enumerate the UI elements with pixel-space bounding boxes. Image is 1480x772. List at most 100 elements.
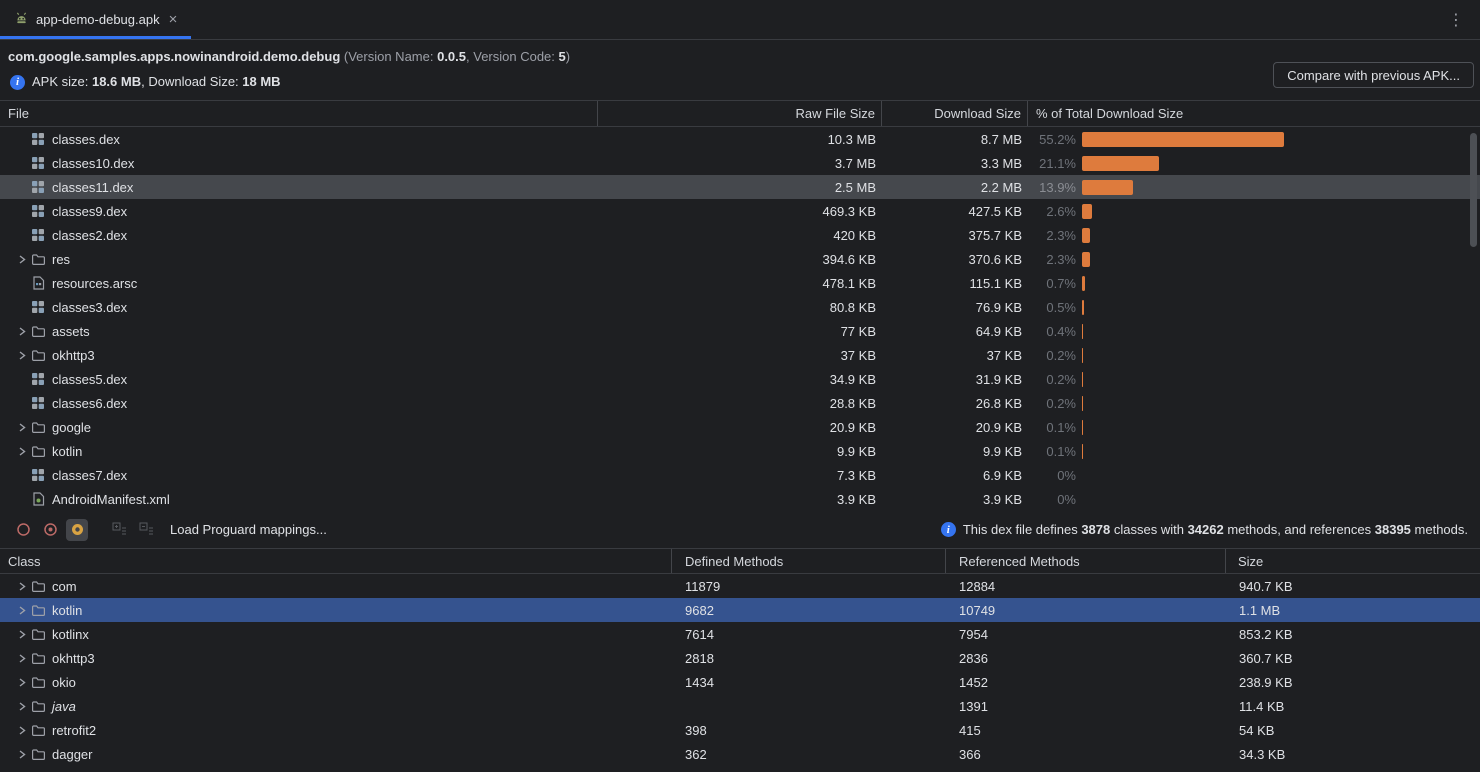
vertical-scrollbar[interactable] bbox=[1470, 133, 1477, 247]
expand-all-icon[interactable] bbox=[108, 519, 130, 541]
load-proguard-mappings[interactable]: Load Proguard mappings... bbox=[170, 522, 327, 537]
file-name: classes11.dex bbox=[52, 180, 133, 195]
column-header-raw-size[interactable]: Raw File Size bbox=[598, 101, 882, 126]
download-bar bbox=[1082, 180, 1133, 195]
class-table-row[interactable]: okio 1434 1452 238.9 KB bbox=[0, 670, 1480, 694]
class-table-row[interactable]: kotlin 9682 10749 1.1 MB bbox=[0, 598, 1480, 622]
download-pct: 0.5% bbox=[1028, 300, 1076, 315]
file-name: classes6.dex bbox=[52, 396, 127, 411]
info-icon: i bbox=[10, 75, 25, 90]
files-table-header: File Raw File Size Download Size % of To… bbox=[0, 100, 1480, 127]
class-table-row[interactable]: kotlinx 7614 7954 853.2 KB bbox=[0, 622, 1480, 646]
compare-apk-button[interactable]: Compare with previous APK... bbox=[1273, 62, 1474, 88]
column-header-class[interactable]: Class bbox=[0, 549, 672, 573]
class-table-row[interactable]: retrofit2 398 415 54 KB bbox=[0, 718, 1480, 742]
chevron-right-icon[interactable] bbox=[14, 678, 30, 687]
file-table-row[interactable]: classes11.dex 2.5 MB 2.2 MB 13.9% bbox=[0, 175, 1480, 199]
file-name: classes7.dex bbox=[52, 468, 127, 483]
raw-size: 2.5 MB bbox=[598, 180, 882, 195]
class-name: dagger bbox=[52, 747, 92, 762]
file-table-row[interactable]: google 20.9 KB 20.9 KB 0.1% bbox=[0, 415, 1480, 439]
file-table-row[interactable]: resources.arsc 478.1 KB 115.1 KB 0.7% bbox=[0, 271, 1480, 295]
download-size: 9.9 KB bbox=[882, 444, 1028, 459]
class-name: com bbox=[52, 579, 77, 594]
show-references-icon[interactable] bbox=[66, 519, 88, 541]
chevron-right-icon[interactable] bbox=[14, 750, 30, 759]
chevron-right-icon[interactable] bbox=[14, 654, 30, 663]
file-table-row[interactable]: res 394.6 KB 370.6 KB 2.3% bbox=[0, 247, 1480, 271]
chevron-right-icon[interactable] bbox=[14, 582, 30, 591]
file-table-row[interactable]: classes9.dex 469.3 KB 427.5 KB 2.6% bbox=[0, 199, 1480, 223]
file-table-row[interactable]: classes.dex 10.3 MB 8.7 MB 55.2% bbox=[0, 127, 1480, 151]
referenced-methods: 12884 bbox=[946, 579, 1226, 594]
download-size: 20.9 KB bbox=[882, 420, 1028, 435]
chevron-right-icon[interactable] bbox=[14, 606, 30, 615]
tab-title: app-demo-debug.apk bbox=[36, 12, 160, 27]
chevron-right-icon[interactable] bbox=[14, 447, 30, 456]
download-size: 6.9 KB bbox=[882, 468, 1028, 483]
class-size: 940.7 KB bbox=[1226, 579, 1480, 594]
file-table-row[interactable]: assets 77 KB 64.9 KB 0.4% bbox=[0, 319, 1480, 343]
file-table-row[interactable]: okhttp3 37 KB 37 KB 0.2% bbox=[0, 343, 1480, 367]
class-table-row[interactable]: java 1391 11.4 KB bbox=[0, 694, 1480, 718]
show-fields-icon[interactable] bbox=[12, 519, 34, 541]
package-folder-icon bbox=[30, 652, 46, 665]
collapse-all-icon[interactable] bbox=[135, 519, 157, 541]
tab-close-icon[interactable]: × bbox=[167, 12, 180, 27]
raw-size: 77 KB bbox=[598, 324, 882, 339]
classes-table-body: com 11879 12884 940.7 KB kotlin 9682 107… bbox=[0, 574, 1480, 766]
class-size: 34.3 KB bbox=[1226, 747, 1480, 762]
chevron-right-icon[interactable] bbox=[14, 423, 30, 432]
defined-methods: 362 bbox=[672, 747, 946, 762]
file-type-icon bbox=[30, 276, 46, 290]
file-table-row[interactable]: AndroidManifest.xml 3.9 KB 3.9 KB 0% bbox=[0, 487, 1480, 511]
download-bar bbox=[1082, 228, 1090, 243]
chevron-right-icon[interactable] bbox=[14, 351, 30, 360]
class-table-row[interactable]: dagger 362 366 34.3 KB bbox=[0, 742, 1480, 766]
download-pct: 2.3% bbox=[1028, 228, 1076, 243]
file-table-row[interactable]: classes2.dex 420 KB 375.7 KB 2.3% bbox=[0, 223, 1480, 247]
show-methods-icon[interactable] bbox=[39, 519, 61, 541]
file-name: res bbox=[52, 252, 70, 267]
column-header-referenced-methods[interactable]: Referenced Methods bbox=[946, 549, 1226, 573]
file-type-icon bbox=[30, 349, 46, 362]
file-table-row[interactable]: classes3.dex 80.8 KB 76.9 KB 0.5% bbox=[0, 295, 1480, 319]
raw-size: 20.9 KB bbox=[598, 420, 882, 435]
apk-size-line: i APK size: 18.6 MB, Download Size: 18 M… bbox=[0, 66, 1480, 100]
column-header-download-size[interactable]: Download Size bbox=[882, 101, 1028, 126]
kebab-menu-icon[interactable]: ⋮ bbox=[1432, 0, 1480, 39]
file-table-row[interactable]: kotlin 9.9 KB 9.9 KB 0.1% bbox=[0, 439, 1480, 463]
package-folder-icon bbox=[30, 580, 46, 593]
raw-size: 28.8 KB bbox=[598, 396, 882, 411]
chevron-right-icon[interactable] bbox=[14, 327, 30, 336]
methods-count: 34262 bbox=[1188, 522, 1224, 537]
download-size: 427.5 KB bbox=[882, 204, 1028, 219]
download-size: 31.9 KB bbox=[882, 372, 1028, 387]
chevron-right-icon[interactable] bbox=[14, 702, 30, 711]
column-header-defined-methods[interactable]: Defined Methods bbox=[672, 549, 946, 573]
file-type-icon bbox=[30, 132, 46, 146]
raw-size: 478.1 KB bbox=[598, 276, 882, 291]
info-icon: i bbox=[941, 522, 956, 537]
file-table-row[interactable]: classes5.dex 34.9 KB 31.9 KB 0.2% bbox=[0, 367, 1480, 391]
chevron-right-icon[interactable] bbox=[14, 255, 30, 264]
file-table-row[interactable]: classes6.dex 28.8 KB 26.8 KB 0.2% bbox=[0, 391, 1480, 415]
chevron-right-icon[interactable] bbox=[14, 630, 30, 639]
referenced-methods: 7954 bbox=[946, 627, 1226, 642]
column-header-pct[interactable]: % of Total Download Size bbox=[1028, 101, 1480, 126]
file-table-row[interactable]: classes10.dex 3.7 MB 3.3 MB 21.1% bbox=[0, 151, 1480, 175]
chevron-right-icon[interactable] bbox=[14, 726, 30, 735]
referenced-methods: 415 bbox=[946, 723, 1226, 738]
file-table-row[interactable]: classes7.dex 7.3 KB 6.9 KB 0% bbox=[0, 463, 1480, 487]
class-name: okhttp3 bbox=[52, 651, 95, 666]
class-table-row[interactable]: com 11879 12884 940.7 KB bbox=[0, 574, 1480, 598]
class-table-row[interactable]: okhttp3 2818 2836 360.7 KB bbox=[0, 646, 1480, 670]
tab-apk-file[interactable]: app-demo-debug.apk × bbox=[0, 0, 191, 39]
file-type-icon bbox=[30, 421, 46, 434]
column-header-file[interactable]: File bbox=[0, 101, 598, 126]
class-name: kotlinx bbox=[52, 627, 89, 642]
raw-size: 80.8 KB bbox=[598, 300, 882, 315]
column-header-size[interactable]: Size bbox=[1226, 549, 1480, 573]
raw-size: 3.9 KB bbox=[598, 492, 882, 507]
download-pct: 0.2% bbox=[1028, 348, 1076, 363]
